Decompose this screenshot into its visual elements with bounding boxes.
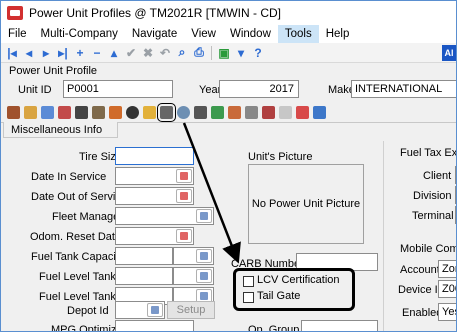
mobile-enabled-label: Enabled [402, 307, 443, 319]
callout-arrow [182, 122, 241, 264]
mobile-device-field[interactable]: Z00 [438, 280, 456, 298]
panel-divider [383, 141, 384, 331]
fuel-tax-client-label: Client [423, 170, 452, 182]
fuel-tax-title: Fuel Tax Expo [400, 147, 457, 159]
fuel-tax-division-label: Division [413, 190, 452, 202]
mobile-account-field[interactable]: Zon [438, 260, 456, 278]
app-window: Power Unit Profiles @ TM2021R [TMWIN - C… [0, 0, 457, 332]
mobile-enabled-field[interactable]: Yes [438, 303, 456, 321]
mobile-account-label: Account [400, 264, 440, 276]
fuel-tax-terminal-label: Terminal [412, 210, 454, 222]
mobile-comm-title: Mobile Comm [400, 243, 456, 255]
